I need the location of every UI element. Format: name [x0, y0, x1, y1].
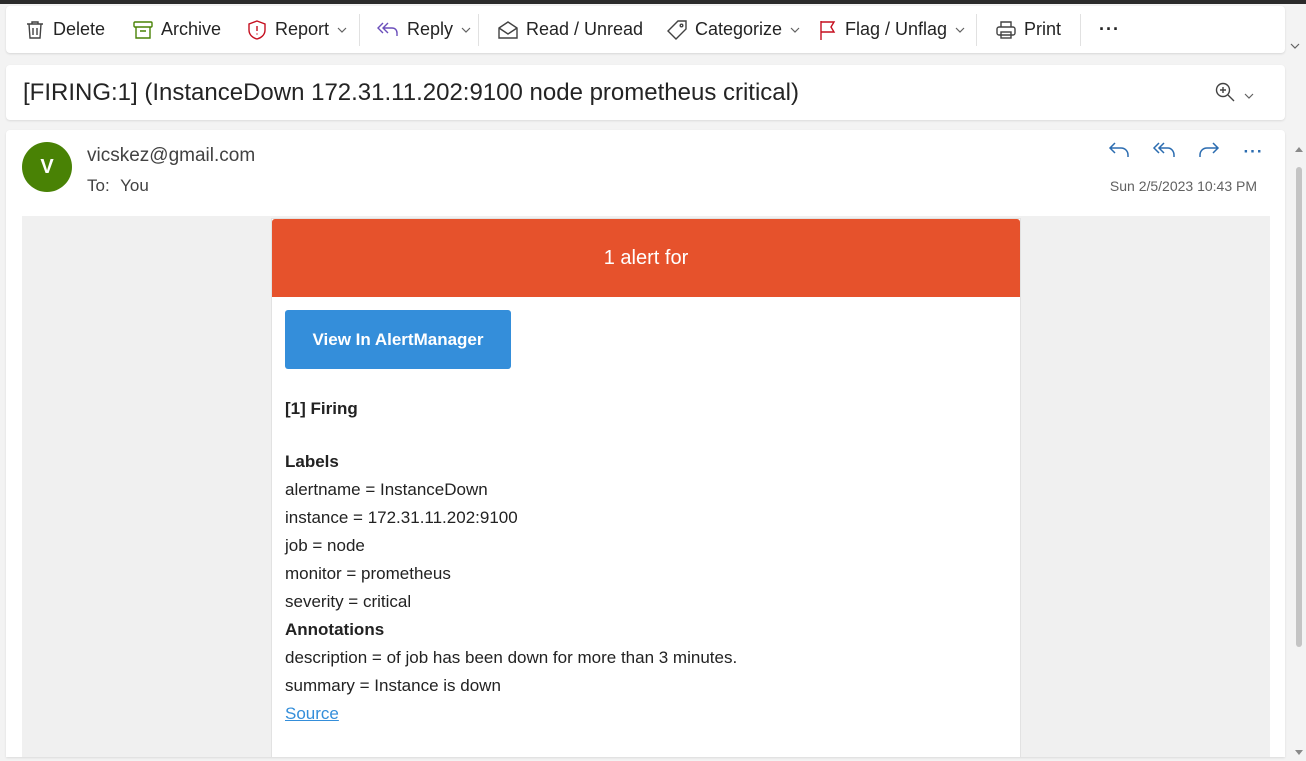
label-line: severity = critical: [285, 592, 412, 611]
reply-icon: [1108, 141, 1130, 164]
label-line: alertname = InstanceDown: [285, 480, 488, 499]
message-subject: [FIRING:1] (InstanceDown 172.31.11.202:9…: [23, 79, 799, 106]
reply-all-button[interactable]: [1141, 140, 1186, 164]
delete-label: Delete: [53, 19, 106, 39]
zoom-button[interactable]: [1214, 81, 1254, 108]
labels-heading: Labels: [285, 452, 339, 471]
to-label: To:: [87, 176, 110, 195]
alert-header: 1 alert for: [272, 219, 1020, 297]
tag-icon: [666, 19, 688, 41]
reply-button[interactable]: [1096, 140, 1141, 164]
source-link[interactable]: Source: [285, 704, 339, 723]
toolbar-divider: [1080, 14, 1081, 46]
zoom-in-icon: [1214, 81, 1236, 108]
scrollbar-thumb[interactable]: [1296, 167, 1302, 647]
subject-bar: [FIRING:1] (InstanceDown 172.31.11.202:9…: [6, 65, 1285, 120]
printer-icon: [995, 19, 1017, 41]
email-body: 1 alert for View In AlertManager [1] Fir…: [22, 216, 1270, 757]
toolbar-divider: [478, 14, 479, 46]
flag-unflag-button[interactable]: Flag / Unflag: [818, 6, 965, 53]
archive-box-icon: [132, 19, 154, 41]
shield-alert-icon: [246, 19, 268, 41]
read-unread-label: Read / Unread: [526, 19, 644, 39]
scroll-down-arrow-icon[interactable]: [1295, 743, 1303, 761]
scroll-up-arrow-icon[interactable]: [1295, 139, 1303, 157]
reply-chevron-down-icon[interactable]: [461, 27, 471, 33]
toolbar-divider: [976, 14, 977, 46]
recipient-line: To: You: [87, 176, 149, 196]
command-toolbar: Delete Archive Report Reply Read / Unrea…: [6, 6, 1285, 53]
ribbon-collapse-chevron-icon[interactable]: [1290, 36, 1300, 54]
view-in-alertmanager-label: View In AlertManager: [312, 329, 484, 349]
flag-chevron-down-icon[interactable]: [955, 27, 965, 33]
archive-button[interactable]: Archive: [132, 6, 221, 53]
categorize-button[interactable]: Categorize: [666, 6, 800, 53]
alert-details: [1] Firing Labels alertname = InstanceDo…: [285, 395, 737, 728]
message-more-button[interactable]: ···: [1231, 140, 1276, 164]
print-button[interactable]: Print: [995, 6, 1061, 53]
trash-icon: [24, 19, 46, 41]
vertical-scrollbar[interactable]: [1292, 131, 1306, 757]
window-top-strip: [0, 0, 1306, 4]
message-date: Sun 2/5/2023 10:43 PM: [1109, 178, 1257, 194]
more-icon: ···: [1243, 142, 1264, 161]
alert-card: 1 alert for View In AlertManager [1] Fir…: [271, 218, 1021, 757]
more-options-icon: ···: [1099, 19, 1120, 39]
reply-all-icon: [1152, 141, 1176, 164]
avatar-initial: V: [40, 155, 54, 178]
sender-address[interactable]: vicskez@gmail.com: [87, 145, 255, 167]
label-line: monitor = prometheus: [285, 564, 451, 583]
flag-unflag-label: Flag / Unflag: [845, 19, 948, 39]
reply-button[interactable]: Reply: [376, 6, 471, 53]
reading-pane: V vicskez@gmail.com To: You ··· Sun 2/5/…: [6, 130, 1285, 757]
view-in-alertmanager-button[interactable]: View In AlertManager: [285, 310, 511, 369]
flag-icon: [818, 19, 838, 41]
annotation-line: summary = Instance is down: [285, 676, 501, 695]
annotation-line: description = of job has been down for m…: [285, 648, 738, 667]
reply-label: Reply: [407, 19, 454, 39]
recipient-name[interactable]: You: [120, 176, 149, 195]
sender-avatar[interactable]: V: [22, 142, 72, 192]
report-chevron-down-icon[interactable]: [337, 27, 347, 33]
toolbar-divider: [359, 14, 360, 46]
print-label: Print: [1024, 19, 1062, 39]
delete-button[interactable]: Delete: [24, 6, 105, 53]
categorize-label: Categorize: [695, 19, 783, 39]
report-button[interactable]: Report: [246, 6, 347, 53]
label-line: job = node: [285, 536, 365, 555]
annotations-heading: Annotations: [285, 620, 385, 639]
envelope-open-icon: [497, 19, 519, 41]
read-unread-button[interactable]: Read / Unread: [497, 6, 643, 53]
forward-icon: [1198, 141, 1220, 164]
categorize-chevron-down-icon[interactable]: [790, 27, 800, 33]
forward-button[interactable]: [1186, 140, 1231, 164]
zoom-chevron-down-icon: [1244, 86, 1254, 104]
message-actions: ···: [1096, 140, 1276, 164]
archive-label: Archive: [161, 19, 222, 39]
alert-header-text: 1 alert for: [603, 246, 689, 269]
label-line: instance = 172.31.11.202:9100: [285, 508, 518, 527]
more-options-button[interactable]: ···: [1099, 6, 1120, 53]
reply-all-icon: [376, 19, 400, 41]
report-label: Report: [275, 19, 330, 39]
source-link-row: Source: [285, 700, 737, 728]
firing-title: [1] Firing: [285, 399, 358, 418]
